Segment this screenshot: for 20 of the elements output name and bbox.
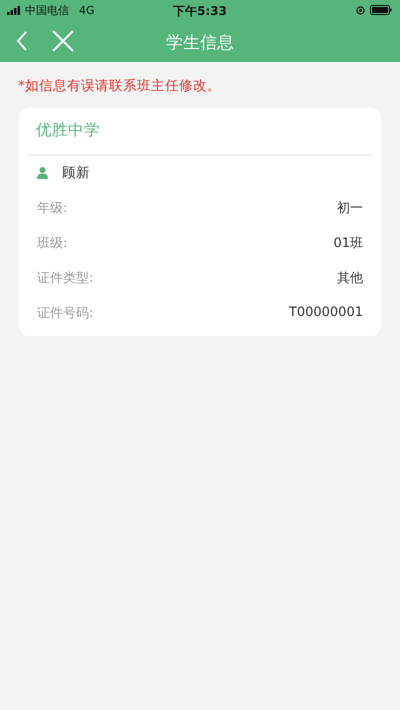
field-label: 年级:	[37, 200, 68, 216]
notice-text: *如信息有误请联系班主任修改。	[18, 77, 221, 96]
field-label: 证件号码:	[37, 304, 94, 322]
field-label: 证件类型:	[37, 270, 94, 286]
network-label: 4G	[79, 4, 95, 16]
field-value: 01班	[333, 234, 363, 252]
field-value: 其他	[337, 270, 363, 286]
student-name: 顾新	[62, 164, 90, 182]
close-button[interactable]	[51, 29, 75, 53]
field-value: 初一	[337, 200, 363, 216]
person-icon	[37, 167, 48, 179]
field-value: T00000001	[288, 305, 363, 320]
rotation-lock-icon	[356, 6, 365, 14]
page-title: 学生信息	[166, 33, 234, 53]
battery-icon	[370, 5, 392, 15]
carrier-label: 中国电信	[25, 2, 69, 18]
school-name: 优胜中学	[35, 120, 101, 141]
signal-icon	[7, 6, 21, 14]
field-label: 班级:	[37, 234, 68, 252]
clock-time: 下午5:33	[173, 4, 227, 18]
